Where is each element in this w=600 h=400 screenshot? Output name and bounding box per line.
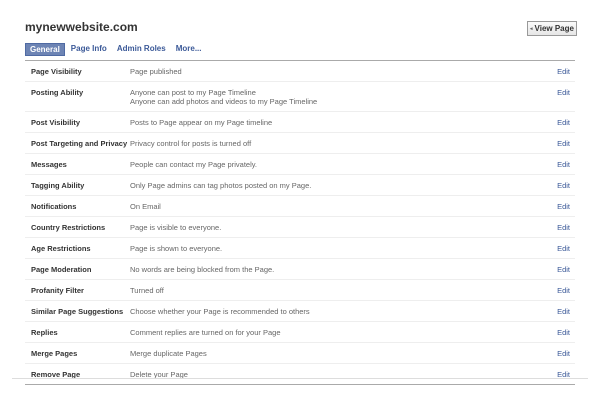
setting-label: Replies <box>31 328 58 337</box>
setting-label: Page Visibility <box>31 67 82 76</box>
tab-page-info[interactable]: Page Info <box>67 43 111 56</box>
edit-link[interactable]: Edit <box>540 349 575 358</box>
settings-row: Remove Page Delete your Page Edit <box>25 363 575 384</box>
setting-value: Only Page admins can tag photos posted o… <box>130 181 312 190</box>
setting-value-cell: Choose whether your Page is recommended … <box>130 307 540 316</box>
setting-label: Age Restrictions <box>31 244 91 253</box>
edit-link[interactable]: Edit <box>540 244 575 253</box>
setting-value-2: Anyone can add photos and videos to my P… <box>130 97 318 106</box>
setting-label: Merge Pages <box>31 349 78 358</box>
edit-link[interactable]: Edit <box>540 88 575 97</box>
setting-value-cell: Page is shown to everyone. <box>130 244 540 253</box>
setting-value-cell: People can contact my Page privately. <box>130 160 540 169</box>
setting-value: Anyone can post to my Page Timeline <box>130 88 256 97</box>
setting-value-cell: Privacy control for posts is turned off <box>130 139 540 148</box>
edit-link[interactable]: Edit <box>540 307 575 316</box>
settings-row: Replies Comment replies are turned on for… <box>25 321 575 342</box>
settings-row: Merge Pages Merge duplicate Pages Edit <box>25 342 575 363</box>
page-title: mynewwebsite.com <box>25 20 138 34</box>
setting-value: Choose whether your Page is recommended … <box>130 307 310 316</box>
settings-row: Post Visibility Posts to Page appear on m… <box>25 111 575 132</box>
setting-label: Post Visibility <box>31 118 81 127</box>
setting-label: Country Restrictions <box>31 223 106 232</box>
setting-value-cell: Posts to Page appear on my Page timeline <box>130 118 540 127</box>
setting-label: Post Targeting and Privacy <box>31 139 128 148</box>
setting-value: On Email <box>130 202 161 211</box>
view-page-button[interactable]: ◂ View Page <box>527 21 577 36</box>
settings-row: Similar Page Suggestions Choose whether y… <box>25 300 575 321</box>
setting-label: Similar Page Suggestions <box>31 307 124 316</box>
settings-table: Page Visibility Page published Edit Posting… <box>25 60 575 385</box>
setting-value: People can contact my Page privately. <box>130 160 258 169</box>
setting-value: Posts to Page appear on my Page timeline <box>130 118 273 127</box>
edit-link[interactable]: Edit <box>540 181 575 190</box>
setting-value: No words are being blocked from the Page… <box>130 265 275 274</box>
setting-value-cell: Only Page admins can tag photos posted o… <box>130 181 540 190</box>
setting-label: Profanity Filter <box>31 286 84 295</box>
edit-link[interactable]: Edit <box>540 139 575 148</box>
setting-value-cell: No words are being blocked from the Page… <box>130 265 540 274</box>
edit-link[interactable]: Edit <box>540 118 575 127</box>
edit-link[interactable]: Edit <box>540 160 575 169</box>
setting-value: Comment replies are turned on for your P… <box>130 328 281 337</box>
setting-value: Page is shown to everyone. <box>130 244 223 253</box>
settings-tabs: General Page Info Admin Roles More... <box>25 43 208 56</box>
edit-link[interactable]: Edit <box>540 67 575 76</box>
setting-value-cell: Page is visible to everyone. <box>130 223 540 232</box>
settings-row: Notifications On Email Edit <box>25 195 575 216</box>
setting-value-cell: Turned off <box>130 286 540 295</box>
setting-value: Page published <box>130 67 182 76</box>
tab-admin-roles[interactable]: Admin Roles <box>113 43 170 56</box>
settings-row: Messages People can contact my Page priva… <box>25 153 575 174</box>
setting-value-cell: Page published <box>130 67 540 76</box>
edit-link[interactable]: Edit <box>540 328 575 337</box>
setting-value: Privacy control for posts is turned off <box>130 139 252 148</box>
setting-value: Page is visible to everyone. <box>130 223 222 232</box>
setting-value-cell: Comment replies are turned on for your P… <box>130 328 540 337</box>
setting-value-cell: Merge duplicate Pages <box>130 349 540 358</box>
tab-more[interactable]: More... <box>172 43 206 56</box>
settings-row: Page Moderation No words are being blocke… <box>25 258 575 279</box>
settings-row: Country Restrictions Page is visible to e… <box>25 216 575 237</box>
settings-row: Post Targeting and Privacy Privacy contro… <box>25 132 575 153</box>
setting-label: Notifications <box>31 202 77 211</box>
view-page-label: View Page <box>534 24 574 33</box>
setting-value-cell: Anyone can post to my Page Timeline Anyon… <box>130 88 540 106</box>
setting-label: Messages <box>31 160 67 169</box>
tab-general[interactable]: General <box>25 43 65 56</box>
setting-label: Posting Ability <box>31 88 84 97</box>
settings-row: Age Restrictions Page is shown to everyon… <box>25 237 575 258</box>
divider <box>12 378 588 379</box>
edit-link[interactable]: Edit <box>540 202 575 211</box>
edit-link[interactable]: Edit <box>540 265 575 274</box>
setting-label: Page Moderation <box>31 265 92 274</box>
edit-link[interactable]: Edit <box>540 286 575 295</box>
settings-row: Posting Ability Anyone can post to my Pag… <box>25 81 575 111</box>
setting-label: Tagging Ability <box>31 181 85 190</box>
arrow-icon: ◂ <box>530 25 533 32</box>
settings-row: Tagging Ability Only Page admins can tag … <box>25 174 575 195</box>
settings-row: Profanity Filter Turned off Edit <box>25 279 575 300</box>
settings-row: Page Visibility Page published Edit <box>25 61 575 81</box>
edit-link[interactable]: Edit <box>540 223 575 232</box>
setting-value-cell: On Email <box>130 202 540 211</box>
setting-value: Turned off <box>130 286 164 295</box>
setting-value: Merge duplicate Pages <box>130 349 207 358</box>
